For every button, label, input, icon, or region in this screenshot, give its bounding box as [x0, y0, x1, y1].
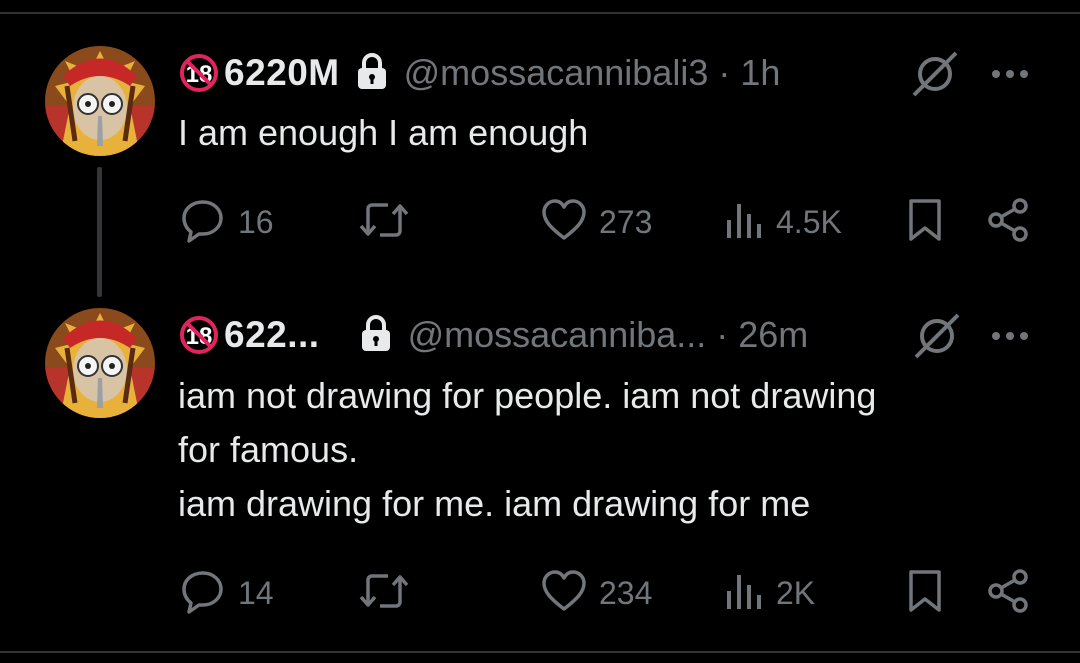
share-icon: [986, 197, 1030, 248]
timestamp[interactable]: 1h: [740, 52, 780, 94]
action-bar: 14 234 2K: [0, 568, 1080, 618]
share-button[interactable]: [986, 197, 1030, 247]
like-icon: [541, 198, 587, 247]
tweet-text-line: for famous.: [178, 429, 359, 470]
separator-dot: ·: [716, 314, 729, 355]
grok-icon[interactable]: [910, 50, 960, 103]
views-icon: [724, 198, 764, 247]
retweet-button[interactable]: [358, 568, 422, 618]
avatar[interactable]: [45, 308, 155, 418]
view-count: 4.5K: [776, 203, 842, 240]
action-bar: 16 273 4.5K: [0, 197, 1080, 247]
share-icon: [986, 568, 1030, 619]
separator-dot: ·: [718, 52, 731, 93]
more-icon[interactable]: [990, 326, 1030, 351]
like-button[interactable]: 273: [541, 197, 652, 247]
bookmark-button[interactable]: [906, 197, 944, 247]
tweet-text: I am enough I am enough: [178, 106, 1038, 160]
bookmark-icon: [906, 197, 944, 248]
tweet-text-line: iam not drawing for people. iam not draw…: [178, 375, 877, 416]
tweet-text-line: iam drawing for me. iam drawing for me: [178, 483, 811, 524]
like-icon: [541, 569, 587, 618]
retweet-button[interactable]: [358, 197, 422, 247]
reply-icon: [180, 197, 226, 248]
views-button[interactable]: 2K: [724, 568, 815, 618]
lock-icon: [356, 52, 388, 95]
tweet-header: 18 622... @mossacanniba... · 26m: [178, 310, 808, 360]
tweet-text: iam not drawing for people. iam not draw…: [178, 369, 1038, 531]
display-name[interactable]: 622...: [224, 314, 320, 356]
bookmark-button[interactable]: [906, 568, 944, 618]
share-button[interactable]: [986, 568, 1030, 618]
retweet-icon: [358, 568, 410, 619]
lock-icon: [360, 314, 392, 357]
timestamp[interactable]: 26m: [738, 314, 808, 356]
reply-icon: [180, 568, 226, 619]
tweet-text-line: I am enough I am enough: [178, 112, 589, 153]
handle[interactable]: @mossacannibali3: [404, 52, 709, 94]
tweet-header: 18 6220M @mossacannibali3 · 1h: [178, 48, 780, 98]
reply-button[interactable]: 14: [180, 568, 274, 618]
avatar[interactable]: [45, 46, 155, 156]
display-name[interactable]: 6220M: [224, 52, 340, 94]
retweet-icon: [358, 197, 410, 248]
like-button[interactable]: 234: [541, 568, 652, 618]
bottom-divider: [0, 651, 1080, 653]
badge-18-icon: 18: [178, 52, 220, 94]
badge-18-icon: 18: [178, 314, 220, 356]
grok-icon[interactable]: [912, 312, 962, 365]
views-icon: [724, 569, 764, 618]
handle[interactable]: @mossacanniba...: [408, 314, 707, 356]
top-divider: [0, 12, 1080, 14]
views-button[interactable]: 4.5K: [724, 197, 842, 247]
reply-count: 16: [238, 203, 274, 240]
like-count: 234: [599, 574, 653, 611]
more-icon[interactable]: [990, 64, 1030, 89]
reply-count: 14: [238, 574, 274, 611]
reply-button[interactable]: 16: [180, 197, 274, 247]
view-count: 2K: [776, 574, 816, 611]
like-count: 273: [599, 203, 653, 240]
bookmark-icon: [906, 568, 944, 619]
